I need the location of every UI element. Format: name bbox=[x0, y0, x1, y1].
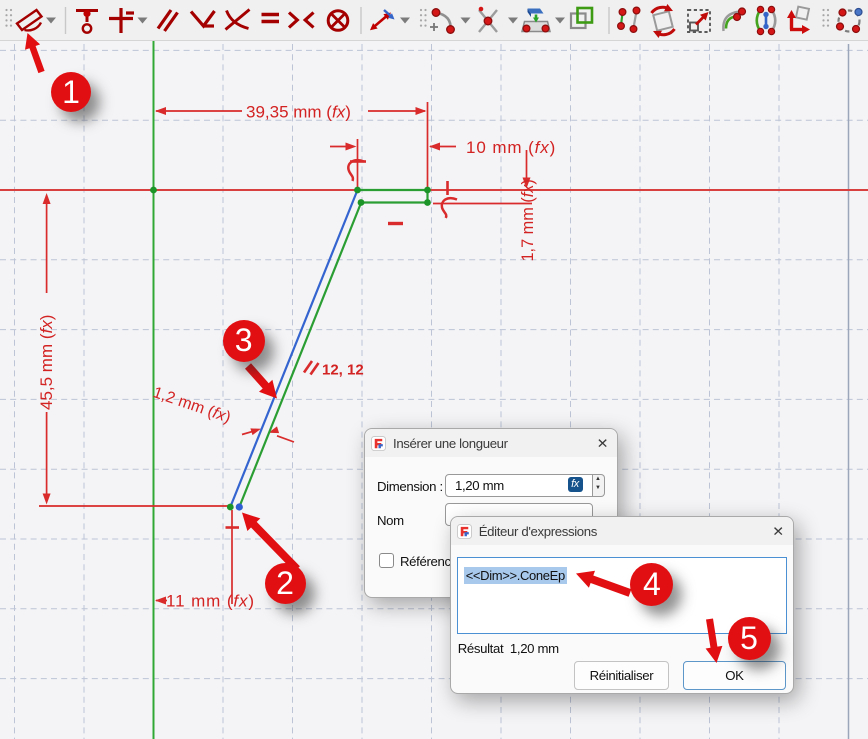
svg-text:12, 12: 12, 12 bbox=[322, 362, 364, 379]
svg-text:45,5 mm (fx): 45,5 mm (fx) bbox=[37, 315, 56, 410]
svg-text:39,35 mm (fx): 39,35 mm (fx) bbox=[246, 103, 351, 122]
svg-text:1,7 mm (fx): 1,7 mm (fx) bbox=[519, 179, 537, 261]
svg-text:10 mm (fx): 10 mm (fx) bbox=[466, 138, 556, 157]
svg-text:1,2 mm (fx): 1,2 mm (fx) bbox=[151, 384, 233, 426]
svg-text:11 mm (fx): 11 mm (fx) bbox=[166, 592, 255, 611]
